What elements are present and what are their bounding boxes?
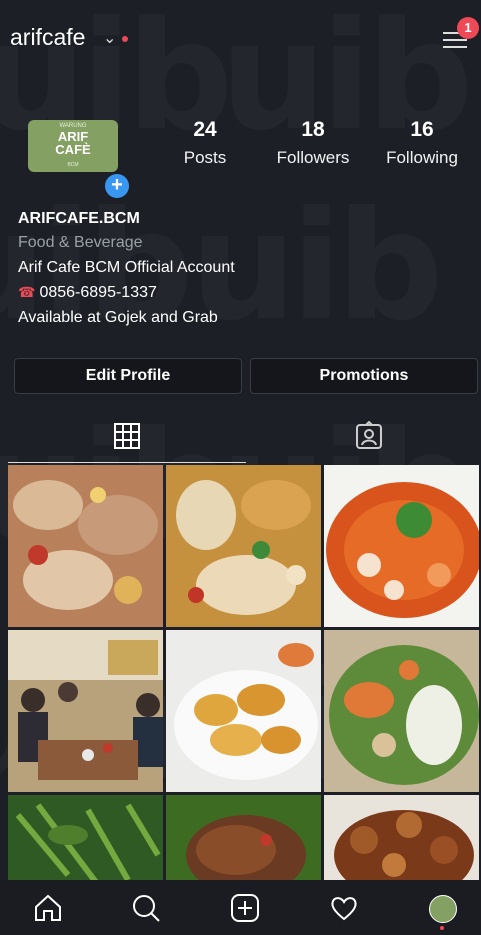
food-photo bbox=[166, 465, 321, 627]
post-thumbnail[interactable] bbox=[324, 465, 479, 627]
posts-label: Posts bbox=[183, 148, 227, 167]
stat-posts[interactable]: 24 Posts bbox=[175, 118, 235, 168]
top-bar: arifcafe ⌄ 1 bbox=[0, 0, 481, 80]
grid-icon bbox=[114, 423, 140, 449]
followers-label: Followers bbox=[276, 148, 350, 167]
post-thumbnail[interactable] bbox=[166, 630, 321, 792]
tab-grid[interactable] bbox=[8, 414, 246, 462]
active-tab-indicator bbox=[8, 462, 246, 463]
activity-heart-icon[interactable] bbox=[328, 892, 360, 924]
following-count: 16 bbox=[410, 118, 434, 141]
profile-category: Food & Beverage bbox=[18, 234, 143, 251]
account-switcher-username[interactable]: arifcafe bbox=[10, 24, 85, 51]
food-photo bbox=[166, 795, 321, 880]
post-thumbnail[interactable] bbox=[166, 465, 321, 627]
post-thumbnail[interactable] bbox=[166, 795, 321, 880]
avatar-sub-text: BCM bbox=[67, 162, 79, 168]
avatar[interactable]: WARUNG ARIF CAFÈ BCM bbox=[28, 120, 118, 172]
tab-tagged[interactable] bbox=[250, 414, 481, 462]
unread-dot bbox=[122, 36, 128, 42]
unread-dot bbox=[440, 926, 444, 930]
chevron-down-icon[interactable]: ⌄ bbox=[103, 28, 116, 48]
new-post-icon[interactable] bbox=[229, 892, 261, 924]
food-photo bbox=[8, 795, 163, 880]
bio-line: Available at Gojek and Grab bbox=[18, 309, 218, 326]
post-grid bbox=[8, 465, 481, 880]
posts-count: 24 bbox=[193, 118, 217, 141]
profile-name: ARIFCAFE.BCM bbox=[18, 210, 140, 227]
food-photo bbox=[324, 795, 479, 880]
edit-profile-button[interactable]: Edit Profile bbox=[14, 358, 242, 394]
bottom-nav bbox=[0, 880, 481, 935]
notification-badge: 1 bbox=[457, 17, 479, 39]
following-label: Following bbox=[386, 148, 458, 167]
telephone-icon: ☎ bbox=[18, 284, 36, 300]
bio-line: Arif Cafe BCM Official Account bbox=[18, 259, 235, 276]
post-thumbnail[interactable] bbox=[324, 795, 479, 880]
post-thumbnail[interactable] bbox=[8, 465, 163, 627]
tagged-user-icon bbox=[356, 421, 382, 449]
followers-count: 18 bbox=[301, 118, 325, 141]
food-photo bbox=[166, 630, 321, 792]
search-icon[interactable] bbox=[130, 892, 162, 924]
food-photo bbox=[8, 465, 163, 627]
phone-number[interactable]: 0856-6895-1337 bbox=[39, 284, 156, 301]
profile-avatar-icon[interactable] bbox=[429, 895, 457, 923]
food-photo bbox=[324, 465, 479, 627]
post-thumbnail[interactable] bbox=[8, 630, 163, 792]
people-photo bbox=[8, 630, 163, 792]
home-icon[interactable] bbox=[32, 892, 64, 924]
food-photo bbox=[324, 630, 479, 792]
stat-followers[interactable]: 18 Followers bbox=[268, 118, 358, 168]
post-thumbnail[interactable] bbox=[8, 795, 163, 880]
post-thumbnail[interactable] bbox=[324, 630, 479, 792]
bio-phone-line: ☎ 0856-6895-1337 bbox=[18, 284, 157, 302]
add-story-plus-icon[interactable]: + bbox=[103, 172, 131, 200]
avatar-logo-text: ARIF CAFÈ bbox=[55, 129, 91, 157]
stat-following[interactable]: 16 Following bbox=[378, 118, 466, 168]
promotions-button[interactable]: Promotions bbox=[250, 358, 478, 394]
